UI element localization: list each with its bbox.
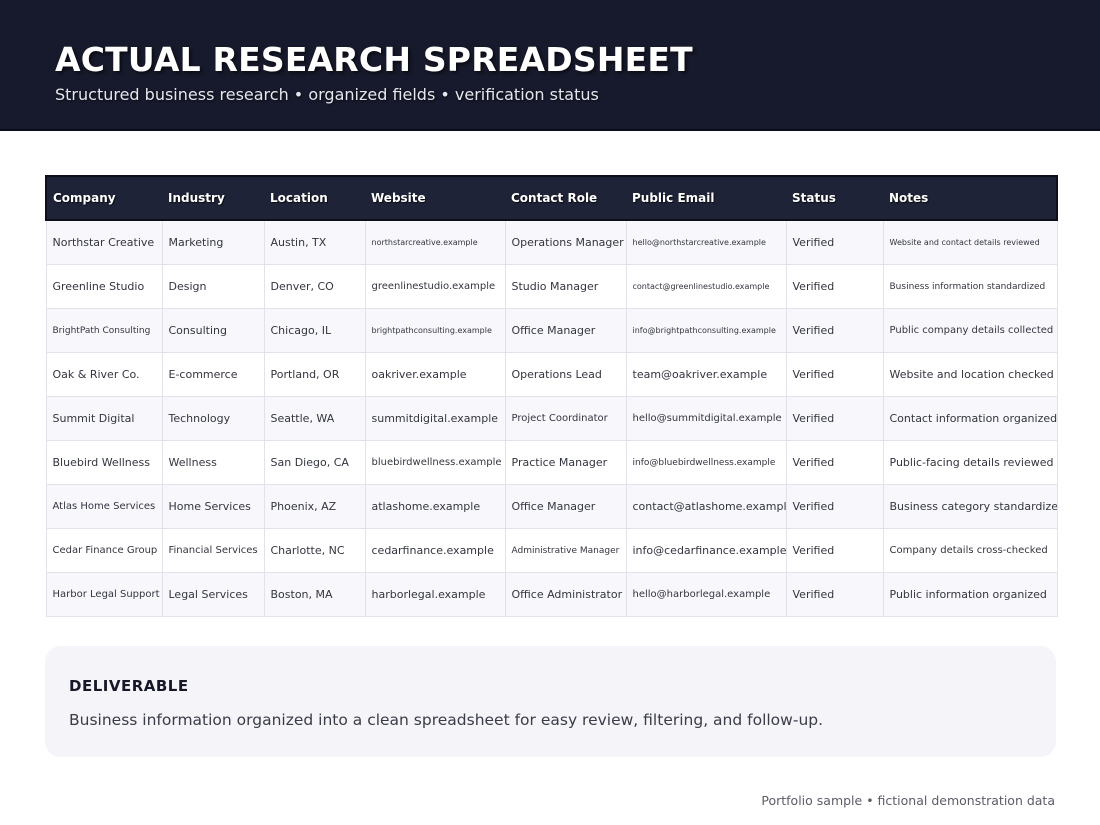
website-cell[interactable]: northstarcreative.example	[364, 219, 506, 265]
location-cell[interactable]: Phoenix, AZ	[263, 484, 366, 529]
contact-role-cell[interactable]: Office Administrator	[504, 572, 627, 617]
column-header-industry[interactable]: Industry	[162, 175, 264, 221]
website-cell[interactable]: cedarfinance.example	[364, 528, 506, 573]
notes-cell[interactable]: Public company details collected	[882, 308, 1058, 353]
column-header-public-email[interactable]: Public Email	[626, 175, 786, 221]
company-cell[interactable]: Atlas Home Services	[45, 484, 163, 529]
email-cell[interactable]: hello@harborlegal.example	[625, 572, 787, 617]
page-subtitle: Structured business research • organized…	[55, 85, 599, 104]
notes-cell[interactable]: Website and location checked	[882, 352, 1058, 397]
notes-cell[interactable]: Business information standardized	[882, 264, 1058, 309]
contact-role-cell[interactable]: Project Coordinator	[504, 396, 627, 441]
email-cell[interactable]: contact@greenlinestudio.example	[625, 264, 787, 309]
website-cell[interactable]: greenlinestudio.example	[364, 264, 506, 309]
email-cell[interactable]: info@bluebirdwellness.example	[625, 440, 787, 485]
industry-cell[interactable]: E-commerce	[161, 352, 265, 397]
status-cell[interactable]: Verified	[785, 219, 884, 265]
table-row: Bluebird Wellness Wellness San Diego, CA…	[45, 440, 1058, 485]
contact-role-cell[interactable]: Office Manager	[504, 484, 627, 529]
contact-role-cell[interactable]: Practice Manager	[504, 440, 627, 485]
industry-cell[interactable]: Marketing	[161, 219, 265, 265]
deliverable-text: Business information organized into a cl…	[69, 711, 824, 729]
company-cell[interactable]: Bluebird Wellness	[45, 440, 163, 485]
deliverable-panel: DELIVERABLE Business information organiz…	[45, 646, 1056, 757]
notes-cell[interactable]: Contact information organized	[882, 396, 1058, 441]
website-cell[interactable]: atlashome.example	[364, 484, 506, 529]
company-cell[interactable]: BrightPath Consulting	[45, 308, 163, 353]
column-header-status[interactable]: Status	[786, 175, 883, 221]
industry-cell[interactable]: Consulting	[161, 308, 265, 353]
notes-cell[interactable]: Website and contact details reviewed	[882, 219, 1058, 265]
contact-role-cell[interactable]: Administrative Manager	[504, 528, 627, 573]
status-cell[interactable]: Verified	[785, 528, 884, 573]
email-cell[interactable]: info@cedarfinance.example	[625, 528, 787, 573]
footer-note: Portfolio sample • fictional demonstrati…	[761, 793, 1055, 808]
industry-cell[interactable]: Technology	[161, 396, 265, 441]
table-row: BrightPath Consulting Consulting Chicago…	[45, 308, 1058, 353]
status-cell[interactable]: Verified	[785, 308, 884, 353]
industry-cell[interactable]: Home Services	[161, 484, 265, 529]
contact-role-cell[interactable]: Operations Manager	[504, 219, 627, 265]
company-cell[interactable]: Oak & River Co.	[45, 352, 163, 397]
industry-cell[interactable]: Financial Services	[161, 528, 265, 573]
table-row: Harbor Legal Support Legal Services Bost…	[45, 572, 1058, 617]
page-title: ACTUAL RESEARCH SPREADSHEET	[55, 40, 693, 79]
location-cell[interactable]: Seattle, WA	[263, 396, 366, 441]
location-cell[interactable]: Boston, MA	[263, 572, 366, 617]
location-cell[interactable]: San Diego, CA	[263, 440, 366, 485]
company-cell[interactable]: Greenline Studio	[45, 264, 163, 309]
location-cell[interactable]: Denver, CO	[263, 264, 366, 309]
company-cell[interactable]: Harbor Legal Support	[45, 572, 163, 617]
table-row: Cedar Finance Group Financial Services C…	[45, 528, 1058, 573]
page-header: ACTUAL RESEARCH SPREADSHEET Structured b…	[0, 0, 1100, 131]
notes-cell[interactable]: Business category standardized	[882, 484, 1058, 529]
column-header-company[interactable]: Company	[45, 175, 162, 221]
status-cell[interactable]: Verified	[785, 440, 884, 485]
industry-cell[interactable]: Design	[161, 264, 265, 309]
status-cell[interactable]: Verified	[785, 264, 884, 309]
table-header-row: Company Industry Location Website Contac…	[45, 175, 1058, 221]
email-cell[interactable]: contact@atlashome.example	[625, 484, 787, 529]
location-cell[interactable]: Austin, TX	[263, 219, 366, 265]
location-cell[interactable]: Portland, OR	[263, 352, 366, 397]
location-cell[interactable]: Chicago, IL	[263, 308, 366, 353]
email-cell[interactable]: info@brightpathconsulting.example	[625, 308, 787, 353]
email-cell[interactable]: team@oakriver.example	[625, 352, 787, 397]
website-cell[interactable]: harborlegal.example	[364, 572, 506, 617]
table-row: Summit Digital Technology Seattle, WA su…	[45, 396, 1058, 441]
column-header-location[interactable]: Location	[264, 175, 365, 221]
notes-cell[interactable]: Public-facing details reviewed	[882, 440, 1058, 485]
table-row: Greenline Studio Design Denver, CO green…	[45, 264, 1058, 309]
contact-role-cell[interactable]: Office Manager	[504, 308, 627, 353]
industry-cell[interactable]: Wellness	[161, 440, 265, 485]
contact-role-cell[interactable]: Studio Manager	[504, 264, 627, 309]
notes-cell[interactable]: Company details cross-checked	[882, 528, 1058, 573]
email-cell[interactable]: hello@summitdigital.example	[625, 396, 787, 441]
status-cell[interactable]: Verified	[785, 572, 884, 617]
website-cell[interactable]: oakriver.example	[364, 352, 506, 397]
status-cell[interactable]: Verified	[785, 396, 884, 441]
website-cell[interactable]: summitdigital.example	[364, 396, 506, 441]
company-cell[interactable]: Cedar Finance Group	[45, 528, 163, 573]
column-header-notes[interactable]: Notes	[883, 175, 1058, 221]
notes-cell[interactable]: Public information organized	[882, 572, 1058, 617]
email-cell[interactable]: hello@northstarcreative.example	[625, 219, 787, 265]
table-row: Oak & River Co. E-commerce Portland, OR …	[45, 352, 1058, 397]
table-row: Atlas Home Services Home Services Phoeni…	[45, 484, 1058, 529]
column-header-contact-role[interactable]: Contact Role	[505, 175, 626, 221]
company-cell[interactable]: Northstar Creative	[45, 219, 163, 265]
table-row: Northstar Creative Marketing Austin, TX …	[45, 219, 1058, 265]
status-cell[interactable]: Verified	[785, 352, 884, 397]
website-cell[interactable]: bluebirdwellness.example	[364, 440, 506, 485]
contact-role-cell[interactable]: Operations Lead	[504, 352, 627, 397]
website-cell[interactable]: brightpathconsulting.example	[364, 308, 506, 353]
company-cell[interactable]: Summit Digital	[45, 396, 163, 441]
industry-cell[interactable]: Legal Services	[161, 572, 265, 617]
location-cell[interactable]: Charlotte, NC	[263, 528, 366, 573]
column-header-website[interactable]: Website	[365, 175, 505, 221]
status-cell[interactable]: Verified	[785, 484, 884, 529]
research-table: Company Industry Location Website Contac…	[45, 175, 1058, 617]
deliverable-title: DELIVERABLE	[69, 677, 189, 695]
